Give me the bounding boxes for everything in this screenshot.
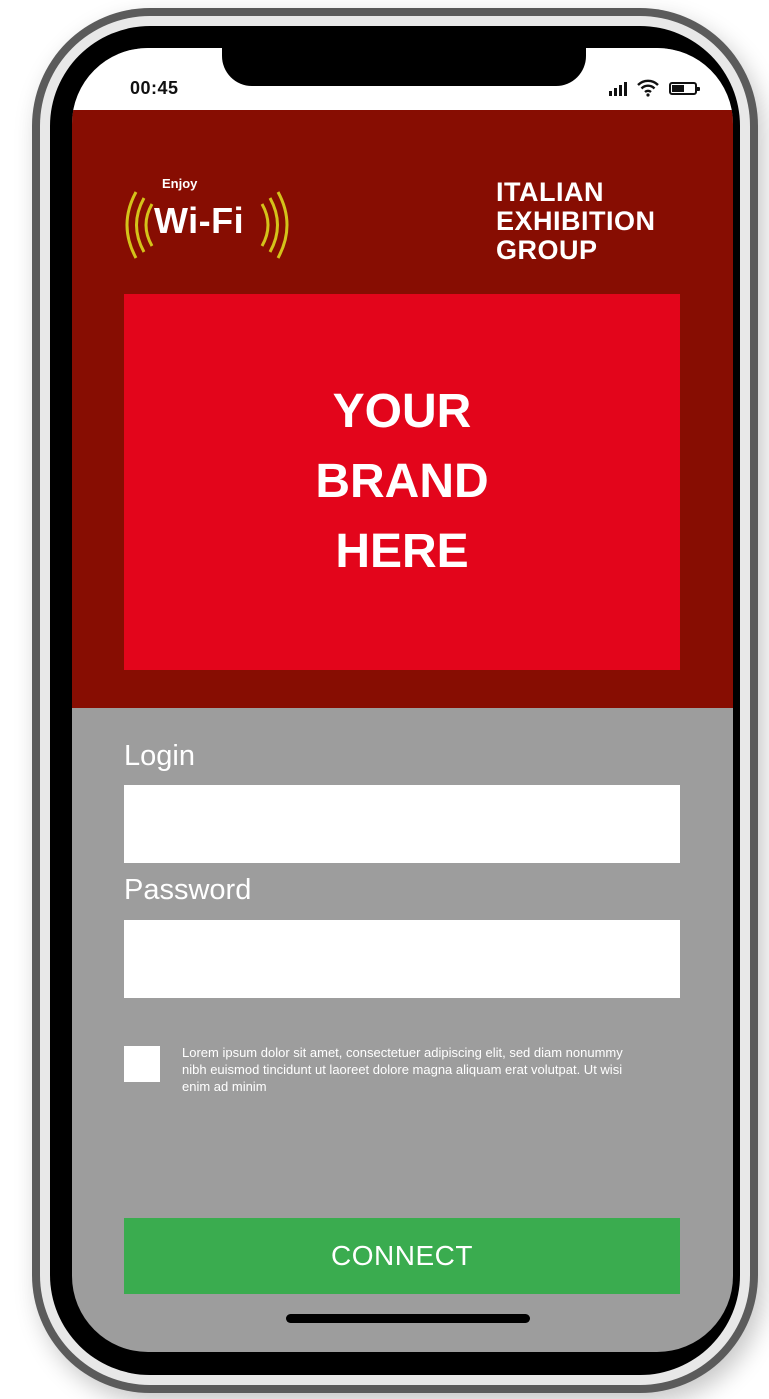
camera-notch [222, 48, 586, 86]
logo-line: EXHIBITION [496, 206, 656, 236]
connect-button[interactable]: CONNECT [124, 1218, 680, 1294]
portal-header: Enjoy Wi-Fi ITALIAN EXHIBITION GROUP YOU… [72, 110, 733, 708]
brand-placeholder: YOUR BRAND HERE [124, 294, 680, 670]
status-icons [609, 78, 700, 98]
status-time: 00:45 [130, 78, 179, 98]
brand-line: BRAND [315, 455, 489, 508]
brand-placeholder-text: YOUR BRAND HERE [192, 377, 612, 587]
brand-line: YOUR [332, 385, 472, 438]
signal-icon [609, 80, 627, 96]
wifi-icon [637, 79, 659, 97]
enjoy-label: Enjoy [162, 176, 198, 191]
phone-screen: 00:45 Enjoy Wi-Fi ITALIAN EXHIBITION GRO… [72, 48, 733, 1352]
password-label: Password [124, 874, 252, 906]
password-input[interactable] [124, 920, 680, 998]
status-bar: 00:45 [72, 48, 733, 110]
brand-line: HERE [335, 525, 469, 578]
italian-exhibition-group-logo: ITALIAN EXHIBITION GROUP [496, 178, 696, 265]
battery-icon [669, 81, 700, 95]
login-input[interactable] [124, 785, 680, 863]
wifi-label: Wi-Fi [154, 200, 245, 241]
terms-checkbox[interactable] [124, 1046, 160, 1082]
logo-line: ITALIAN [496, 177, 604, 207]
enjoy-wifi-logo: Enjoy Wi-Fi [112, 170, 312, 270]
logo-line: GROUP [496, 235, 598, 265]
login-label: Login [124, 740, 195, 772]
home-indicator [286, 1314, 530, 1323]
terms-text: Lorem ipsum dolor sit amet, consectetuer… [182, 1045, 623, 1094]
